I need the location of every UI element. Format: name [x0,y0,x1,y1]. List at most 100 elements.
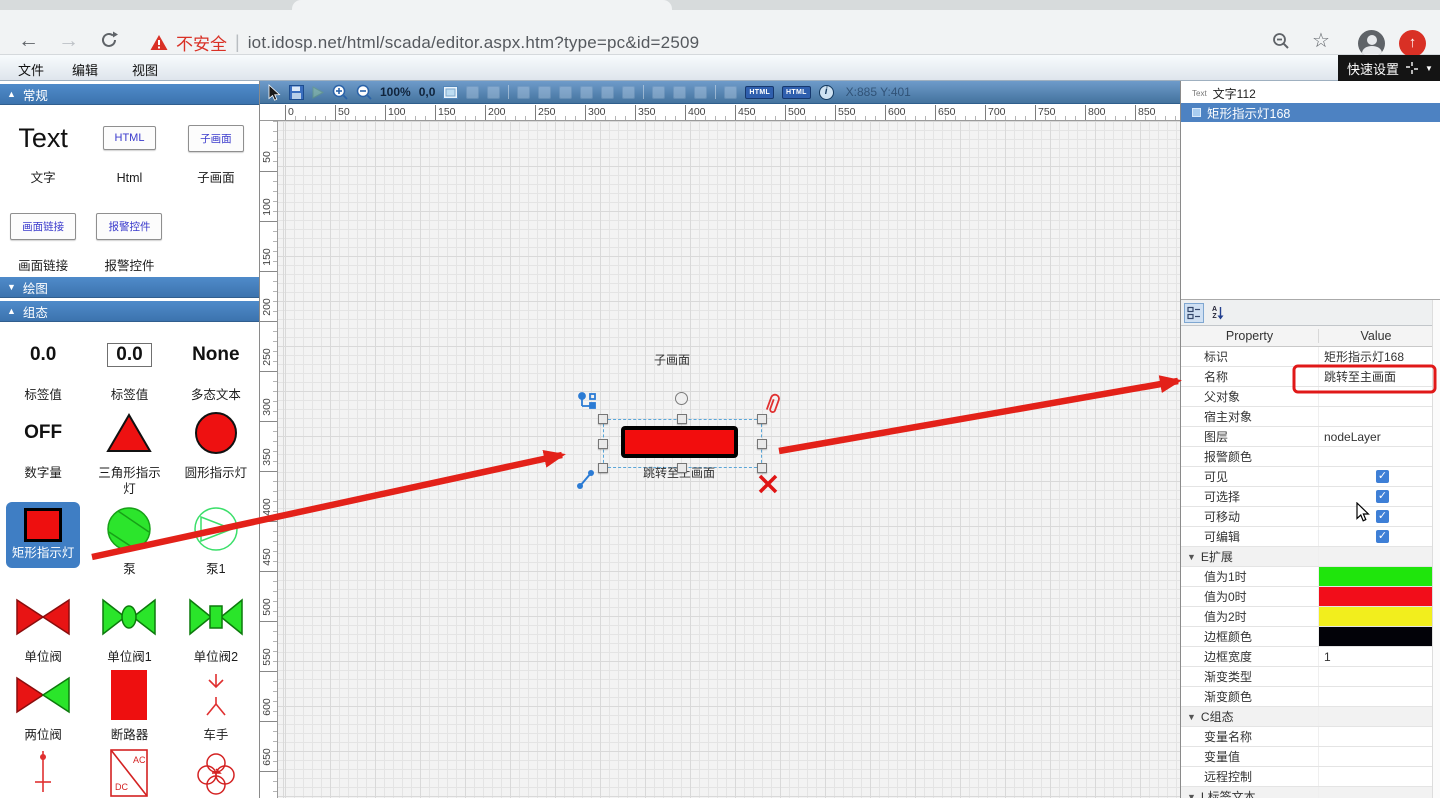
palette-item-text[interactable]: Text 文字 [18,105,68,193]
palette-section-config[interactable]: ▲组态 [0,301,259,322]
palette-item-cart[interactable]: 车手 [192,662,240,743]
palette-item-pt[interactable]: PT [192,740,240,798]
resize-handle-nw[interactable] [598,414,608,424]
palette-item-valve1[interactable]: 单位阀1 [100,584,158,665]
color-swatch[interactable] [1319,627,1433,646]
resize-handle-s[interactable] [677,463,687,473]
palette-item-tagvalue-boxed[interactable]: 0.0 标签值 [107,322,151,403]
property-checkbox[interactable]: ✓ [1376,530,1389,543]
property-grid-scrollbar[interactable] [1432,300,1440,798]
property-checkbox[interactable]: ✓ [1376,490,1389,503]
palette-item-digital[interactable]: OFF 数字量 [24,400,62,498]
select-tool-icon[interactable] [267,84,281,101]
menu-view[interactable]: 视图 [132,60,158,79]
value-column-header[interactable]: Value [1319,329,1433,343]
section-collapse-icon[interactable]: ▼ [1187,552,1196,562]
back-icon[interactable]: ← [18,30,39,52]
profile-avatar[interactable] [1358,30,1385,57]
info-icon[interactable]: i [819,85,834,100]
menu-edit[interactable]: 编辑 [72,60,98,79]
canvas-subscreen-label[interactable]: 子画面 [654,351,690,368]
security-warning-icon[interactable] [150,34,168,51]
property-row[interactable]: 渐变类型 [1181,667,1433,687]
property-row[interactable]: 可移动✓ [1181,507,1433,527]
resize-handle-se[interactable] [757,463,767,473]
palette-item-screenlink[interactable]: 画面链接 画面链接 [10,193,76,277]
connector-line-icon[interactable] [576,468,596,490]
html-export-icon[interactable]: HTML [745,86,774,99]
resize-handle-sw[interactable] [598,463,608,473]
property-row[interactable]: 变量值 [1181,747,1433,767]
property-row[interactable]: 图层nodeLayer [1181,427,1433,447]
browser-update-icon[interactable]: ↑ [1399,30,1426,57]
property-value[interactable]: nodeLayer [1324,430,1381,444]
palette-item-circle-indicator[interactable]: 圆形指示灯 [185,400,248,498]
palette-item-valve[interactable]: 单位阀 [14,584,72,665]
security-warning-label[interactable]: 不安全 [176,30,227,55]
object-list-item-rect-indicator-selected[interactable]: 矩形指示灯168 [1181,103,1440,122]
sort-alpha-icon[interactable]: AZ [1208,303,1228,323]
reload-icon[interactable] [99,30,119,50]
palette-section-general[interactable]: ▲常规 [0,84,259,105]
property-row[interactable]: 边框宽度1 [1181,647,1433,667]
bookmark-star-icon[interactable]: ☆ [1312,30,1330,52]
property-value[interactable]: 矩形指示灯168 [1324,348,1404,365]
palette-item-tagvalue[interactable]: 0.0 标签值 [24,322,62,403]
property-row[interactable]: 父对象 [1181,387,1433,407]
forward-icon[interactable]: → [58,30,79,52]
property-row[interactable]: 值为1时 [1181,567,1433,587]
palette-item-subscreen[interactable]: 子画面 子画面 [188,105,244,193]
color-swatch[interactable] [1319,567,1433,586]
address-bar-url[interactable]: iot.idosp.net/html/scada/editor.aspx.htm… [248,33,700,53]
resize-handle-w[interactable] [598,439,608,449]
save-icon[interactable] [289,85,304,100]
palette-item-pump1[interactable]: 泵1 [192,496,240,584]
palette-item-twoway-valve[interactable]: 两位阀 [14,662,72,743]
property-row[interactable]: 变量名称 [1181,727,1433,747]
rotate-handle[interactable] [675,392,688,405]
section-collapse-icon[interactable]: ▼ [1187,712,1196,722]
menu-file[interactable]: 文件 [18,60,44,79]
property-row[interactable]: 边框颜色 [1181,627,1433,647]
palette-item-triangle-indicator[interactable]: 三角形指示灯 [93,400,165,498]
palette-item-alarm[interactable]: 报警控件 报警控件 [96,193,162,277]
palette-item-multitext[interactable]: None 多态文本 [191,322,241,403]
palette-item-html[interactable]: HTML Html [103,105,157,193]
property-row[interactable]: 标识矩形指示灯168 [1181,347,1433,367]
property-row[interactable]: 渐变颜色 [1181,687,1433,707]
color-swatch[interactable] [1319,607,1433,626]
property-value[interactable]: 1 [1324,650,1331,664]
active-tab[interactable] [292,0,672,10]
resize-handle-n[interactable] [677,414,687,424]
property-row[interactable]: 可选择✓ [1181,487,1433,507]
property-value[interactable]: 跳转至主画面 [1324,368,1396,385]
connector-link-icon[interactable] [578,392,600,412]
palette-item-pump[interactable]: 泵 [105,496,153,584]
property-row[interactable]: 远程控制 [1181,767,1433,787]
property-checkbox[interactable]: ✓ [1376,470,1389,483]
property-row[interactable]: 报警颜色 [1181,447,1433,467]
object-list-item-text[interactable]: Text 文字112 [1181,84,1440,103]
resize-handle-e[interactable] [757,439,767,449]
property-row[interactable]: 宿主对象 [1181,407,1433,427]
palette-section-drawing[interactable]: ▼绘图 [0,277,259,298]
delete-x-icon[interactable] [757,473,779,495]
categorize-icon[interactable] [1184,303,1204,323]
section-collapse-icon[interactable]: ▼ [1187,792,1196,798]
html-view-icon[interactable]: HTML [782,86,811,99]
zoom-out-icon[interactable] [356,84,372,100]
property-section-row[interactable]: ▼L标签文本 [1181,787,1433,798]
property-row[interactable]: 名称跳转至主画面 [1181,367,1433,387]
property-checkbox[interactable]: ✓ [1376,510,1389,523]
palette-item-breaker[interactable]: 断路器 [109,662,149,743]
property-row[interactable]: 值为2时 [1181,607,1433,627]
palette-item-rect-indicator-selected[interactable]: 矩形指示灯 [6,496,80,584]
property-column-header[interactable]: Property [1181,329,1319,343]
property-row[interactable]: 可编辑✓ [1181,527,1433,547]
run-icon[interactable] [312,86,324,99]
property-section-row[interactable]: ▼C组态 [1181,707,1433,727]
color-swatch[interactable] [1319,587,1433,606]
property-row[interactable]: 可见✓ [1181,467,1433,487]
rect-indicator-node[interactable] [621,426,738,458]
quick-settings-button[interactable]: 快速设置 ▼ [1338,55,1440,81]
